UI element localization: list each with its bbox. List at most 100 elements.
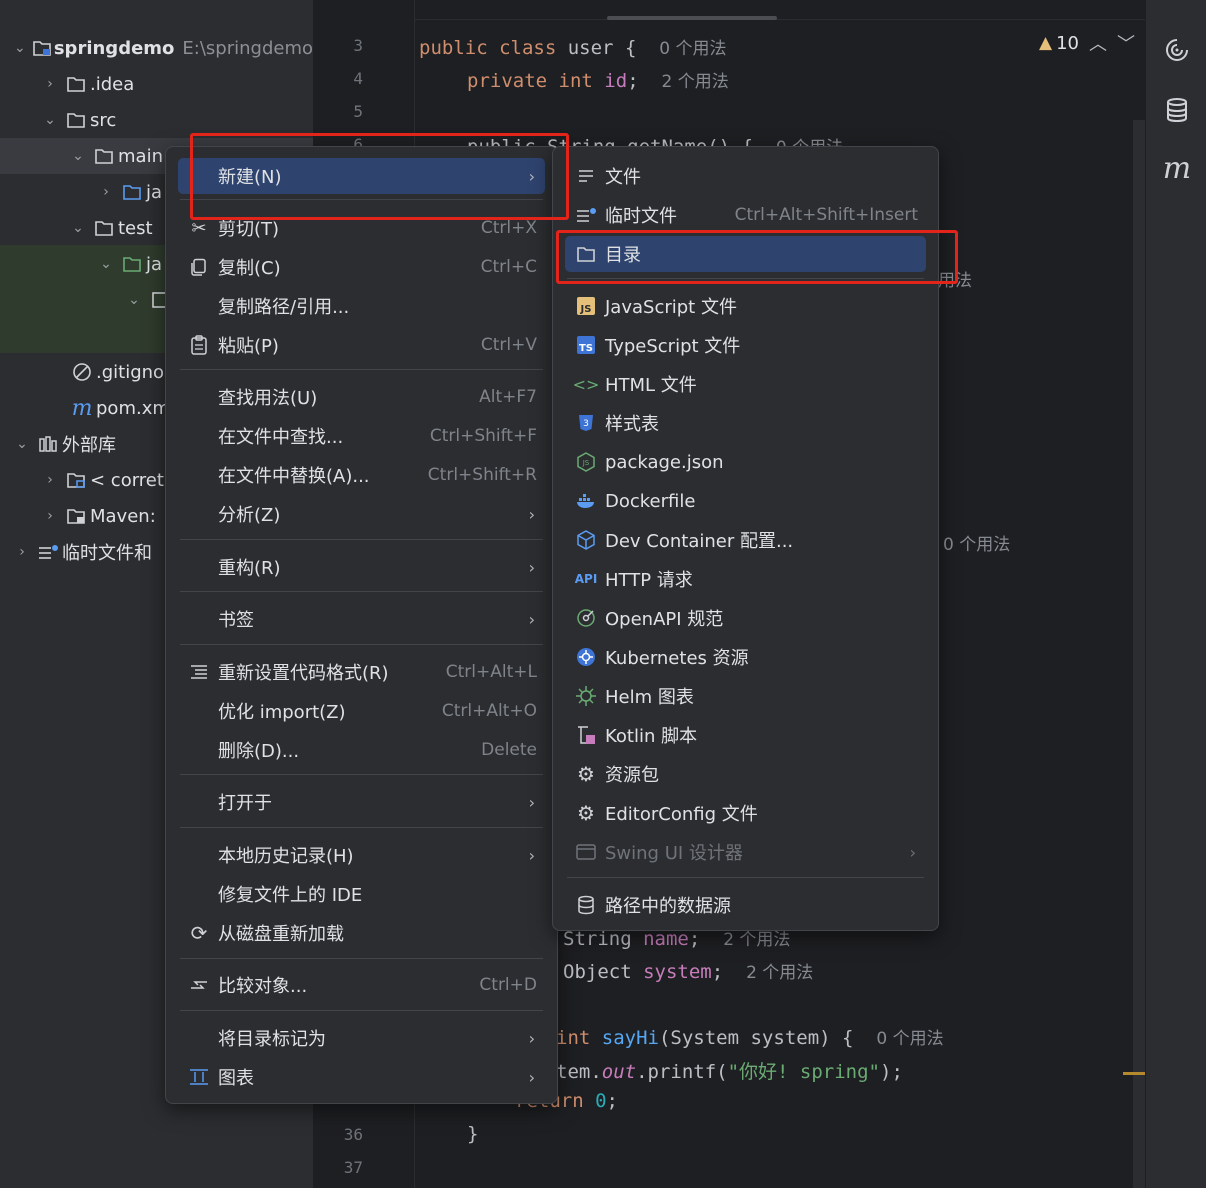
menu-item-compare-with[interactable]: 比较对象... Ctrl+D bbox=[178, 967, 545, 1003]
next-highlight-icon[interactable]: ﹀ bbox=[1117, 30, 1135, 56]
line-number: 3 bbox=[353, 36, 363, 55]
ai-assistant-icon[interactable] bbox=[1161, 34, 1193, 66]
menu-item-reload-from-disk[interactable]: ⟳ 从磁盘重新加载 bbox=[178, 915, 545, 951]
submenu-item-directory[interactable]: 目录 bbox=[565, 236, 926, 272]
chevron-right-icon[interactable]: › bbox=[12, 544, 32, 560]
menu-item-label: Kubernetes 资源 bbox=[605, 648, 749, 669]
submenu-item-html[interactable]: <> HTML 文件 bbox=[565, 366, 926, 402]
menu-item-analyze[interactable]: 分析(Z) › bbox=[178, 496, 545, 532]
menu-item-cut[interactable]: ✂ 剪切(T) Ctrl+X bbox=[178, 210, 545, 246]
menu-shortcut: Ctrl+Shift+R bbox=[427, 465, 537, 485]
submenu-item-package-json[interactable]: JS package.json bbox=[565, 444, 926, 480]
menu-item-paste[interactable]: 粘贴(P) Ctrl+V bbox=[178, 327, 545, 363]
class-name: user bbox=[567, 37, 614, 59]
inspection-widget[interactable]: ▲ 10 ︿ ﹀ bbox=[1039, 30, 1135, 56]
folder-icon bbox=[575, 243, 597, 265]
badge: TS bbox=[577, 336, 595, 354]
submenu-item-datasource-in-path[interactable]: 路径中的数据源 bbox=[565, 887, 926, 923]
menu-item-find-usages[interactable]: 查找用法(U) Alt+F7 bbox=[178, 379, 545, 415]
submenu-item-http-request[interactable]: API HTTP 请求 bbox=[565, 561, 926, 597]
scissors-icon: ✂ bbox=[191, 217, 207, 239]
usage-hint[interactable]: 0 个用法 bbox=[659, 39, 726, 59]
submenu-item-kotlin-script[interactable]: Kotlin 脚本 bbox=[565, 717, 926, 753]
menu-item-delete[interactable]: 删除(D)... Delete bbox=[178, 732, 545, 768]
chevron-down-icon[interactable]: ⌄ bbox=[124, 292, 144, 308]
line-number: 36 bbox=[343, 1125, 363, 1144]
vertical-scrollbar[interactable] bbox=[1133, 120, 1145, 1188]
code-line-3: public class user { 0 个用法 bbox=[419, 34, 727, 59]
semicolon: ; bbox=[606, 1090, 618, 1112]
submenu-item-typescript[interactable]: TS TypeScript 文件 bbox=[565, 327, 926, 363]
submenu-item-dockerfile[interactable]: Dockerfile bbox=[565, 483, 926, 519]
menu-item-replace-in-files[interactable]: 在文件中替换(A)... Ctrl+Shift+R bbox=[178, 457, 545, 493]
submenu-item-helm[interactable]: Helm 图表 bbox=[565, 678, 926, 714]
submenu-item-file[interactable]: 文件 bbox=[565, 158, 926, 194]
submenu-item-stylesheet[interactable]: 3 样式表 bbox=[565, 405, 926, 441]
semicolon: ; bbox=[627, 70, 639, 92]
kubernetes-icon bbox=[575, 646, 597, 668]
menu-shortcut: Ctrl+C bbox=[480, 257, 537, 277]
usage-hint[interactable]: 2 个用法 bbox=[662, 72, 729, 92]
diagram-icon bbox=[188, 1066, 210, 1088]
maven-icon[interactable]: m bbox=[1161, 151, 1193, 186]
chevron-down-icon[interactable]: ⌄ bbox=[12, 436, 32, 452]
menu-item-open-in[interactable]: 打开于 › bbox=[178, 784, 545, 820]
menu-item-local-history[interactable]: 本地历史记录(H) › bbox=[178, 837, 545, 873]
menu-item-find-in-files[interactable]: 在文件中查找... Ctrl+Shift+F bbox=[178, 418, 545, 454]
chevron-right-icon: › bbox=[909, 842, 916, 862]
submenu-item-resource-bundle[interactable]: ⚙ 资源包 bbox=[565, 756, 926, 792]
warning-marker[interactable] bbox=[1123, 1072, 1145, 1075]
menu-item-label: 复制(C) bbox=[218, 258, 281, 279]
menu-item-copy-path[interactable]: 复制路径/引用... bbox=[178, 288, 545, 324]
menu-shortcut: Ctrl+D bbox=[479, 975, 537, 995]
usage-hint[interactable]: 0 个用法 bbox=[876, 1029, 943, 1049]
usage-hint[interactable]: 2 个用法 bbox=[746, 963, 813, 983]
chevron-right-icon[interactable]: › bbox=[40, 508, 60, 524]
menu-item-diagrams[interactable]: 图表 › bbox=[178, 1059, 545, 1095]
usage-hint[interactable]: 2 个用法 bbox=[723, 930, 790, 950]
css-icon: 3 bbox=[575, 412, 597, 434]
menu-item-label: 剪切(T) bbox=[218, 219, 280, 240]
maven-icon: m bbox=[71, 395, 93, 421]
tree-item-src[interactable]: ⌄ src bbox=[0, 102, 313, 138]
tree-item-springdemo[interactable]: ⌄ springdemo E:\springdemo bbox=[0, 30, 313, 66]
chevron-down-icon[interactable]: ⌄ bbox=[68, 220, 88, 236]
menu-separator bbox=[567, 877, 924, 878]
previous-highlight-icon[interactable]: ︿ bbox=[1089, 30, 1107, 56]
module-folder-icon bbox=[32, 38, 52, 58]
chevron-right-icon[interactable]: › bbox=[40, 472, 60, 488]
menu-item-refactor[interactable]: 重构(R) › bbox=[178, 549, 545, 585]
field-name: name bbox=[643, 928, 689, 950]
menu-separator bbox=[180, 644, 543, 645]
submenu-item-kubernetes[interactable]: Kubernetes 资源 bbox=[565, 639, 926, 675]
menu-item-optimize-imports[interactable]: 优化 import(Z) Ctrl+Alt+O bbox=[178, 693, 545, 729]
menu-item-mark-directory-as[interactable]: 将目录标记为 › bbox=[178, 1020, 545, 1056]
chevron-right-icon[interactable]: › bbox=[96, 184, 116, 200]
menu-item-bookmarks[interactable]: 书签 › bbox=[178, 601, 545, 637]
menu-item-copy[interactable]: 复制(C) Ctrl+C bbox=[178, 249, 545, 285]
menu-separator bbox=[180, 199, 543, 200]
submenu-item-editorconfig[interactable]: ⚙ EditorConfig 文件 bbox=[565, 795, 926, 831]
tree-item-label: pom.xm bbox=[96, 397, 170, 419]
database-icon[interactable] bbox=[1161, 94, 1193, 126]
keyword: int bbox=[556, 1027, 591, 1049]
submenu-item-javascript[interactable]: JS JavaScript 文件 bbox=[565, 288, 926, 324]
chevron-down-icon[interactable]: ⌄ bbox=[68, 148, 88, 164]
reload-icon: ⟳ bbox=[190, 921, 208, 945]
chevron-down-icon[interactable]: ⌄ bbox=[40, 112, 60, 128]
submenu-item-swing-ui[interactable]: Swing UI 设计器 › bbox=[565, 834, 926, 870]
parameters: (System system) { bbox=[658, 1027, 854, 1049]
chevron-down-icon[interactable]: ⌄ bbox=[96, 256, 116, 272]
menu-item-label: 将目录标记为 bbox=[218, 1029, 326, 1050]
tree-item-label: .gitigno bbox=[96, 361, 165, 383]
menu-item-repair-ide[interactable]: 修复文件上的 IDE bbox=[178, 876, 545, 912]
tree-item-idea[interactable]: › .idea bbox=[0, 66, 313, 102]
submenu-item-scratch-file[interactable]: 临时文件 Ctrl+Alt+Shift+Insert bbox=[565, 197, 926, 233]
submenu-item-dev-container[interactable]: Dev Container 配置... bbox=[565, 522, 926, 558]
submenu-item-openapi[interactable]: OpenAPI 规范 bbox=[565, 600, 926, 636]
chevron-down-icon[interactable]: ⌄ bbox=[12, 40, 28, 56]
menu-item-new[interactable]: 新建(N) › bbox=[178, 158, 545, 194]
menu-item-reformat[interactable]: 重新设置代码格式(R) Ctrl+Alt+L bbox=[178, 654, 545, 690]
menu-item-label: 图表 bbox=[218, 1068, 254, 1089]
chevron-right-icon[interactable]: › bbox=[40, 76, 60, 92]
